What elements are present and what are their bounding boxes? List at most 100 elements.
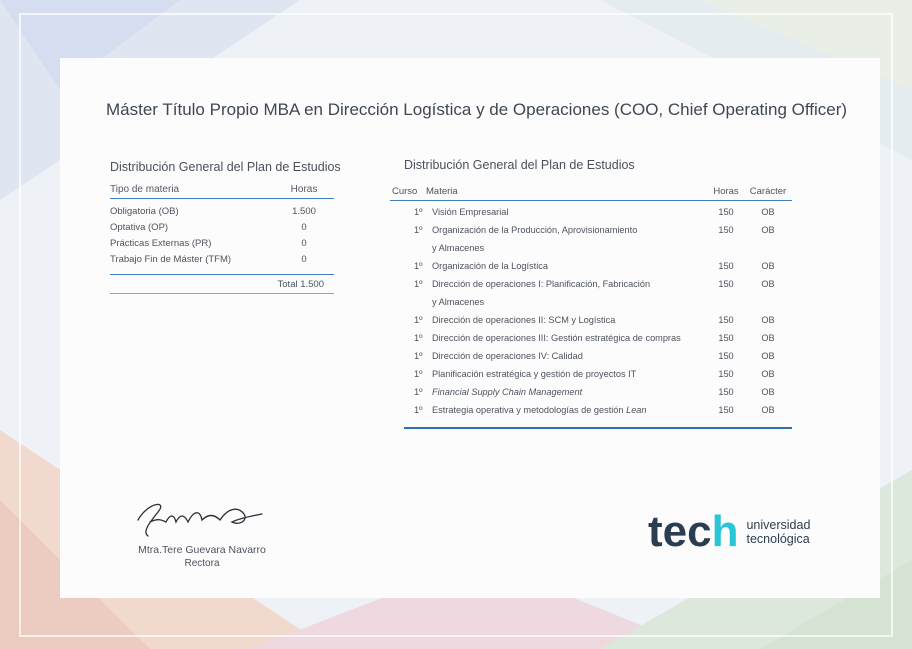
- plan-row-subject-continued: y Almacenes: [432, 243, 485, 253]
- plan-row-course: 1º: [414, 351, 423, 361]
- plan-row-hours: 150: [718, 279, 734, 289]
- plan-row-course: 1º: [414, 207, 423, 217]
- plan-row-course: 1º: [414, 261, 423, 271]
- plan-row-course: 1º: [414, 405, 423, 415]
- plan-row: 1º Dirección de operaciones IV: Calidad 15…: [404, 347, 792, 365]
- plan-row-subject-text: Dirección de operaciones II: SCM y Logís…: [432, 315, 616, 325]
- plan-row: 1º Dirección de operaciones I: Planificac…: [404, 275, 792, 311]
- summary-row-type: Trabajo Fin de Máster (TFM): [110, 254, 232, 265]
- tech-logo: tec h universidad tecnológica: [648, 510, 810, 554]
- summary-col-hours: Horas: [290, 184, 318, 195]
- summary-heading: Distribución General del Plan de Estudio…: [110, 160, 341, 174]
- logo-h-glyph: h: [711, 507, 739, 556]
- plan-row-subject-text: Financial Supply Chain Management: [432, 387, 583, 397]
- plan-col-type: Carácter: [749, 185, 787, 197]
- plan-row-course: 1º: [414, 333, 423, 343]
- plan-row-subject: Dirección de operaciones I: Planificació…: [432, 275, 708, 311]
- signatory-role: Rectora: [184, 558, 220, 569]
- plan-row: 1º Estrategia operativa y metodologías de…: [404, 401, 792, 419]
- plan-row-subject: Organización de la Producción, Aprovisio…: [432, 221, 708, 257]
- plan-row-type: OB: [761, 279, 775, 289]
- plan-heading: Distribución General del Plan de Estudio…: [404, 158, 635, 172]
- plan-row-type: OB: [761, 333, 775, 343]
- logo-line2: tecnológica: [746, 532, 810, 546]
- plan-row: 1º Visión Empresarial 150 OB: [404, 203, 792, 221]
- plan-row-hours: 150: [718, 207, 734, 217]
- plan-row-subject-continued: y Almacenes: [432, 297, 485, 307]
- summary-row-hours: 0: [301, 254, 307, 265]
- plan-row-subject-text: Dirección de operaciones III: Gestión es…: [432, 333, 681, 343]
- plan-row-subject-text: Estrategia operativa y metodologías de g…: [432, 405, 647, 415]
- plan-row: 1º Dirección de operaciones II: SCM y Log…: [404, 311, 792, 329]
- plan-row-course: 1º: [414, 369, 423, 379]
- plan-row-hours: 150: [718, 261, 734, 271]
- plan-row-subject: Financial Supply Chain Management: [432, 383, 708, 401]
- summary-row: Optativa (OP) 0: [110, 220, 334, 236]
- plan-row-hours: 150: [718, 369, 734, 379]
- summary-row: Prácticas Externas (PR) 0: [110, 236, 334, 252]
- plan-row: 1º Organización de la Logística 150 OB: [404, 257, 792, 275]
- plan-row-subject: Dirección de operaciones IV: Calidad: [432, 347, 708, 365]
- plan-col-course: Curso: [392, 185, 418, 197]
- plan-row-hours: 150: [718, 333, 734, 343]
- logo-line1: universidad: [746, 518, 811, 532]
- plan-row: 1º Financial Supply Chain Management 150 OB: [404, 383, 792, 401]
- plan-row-subject: Estrategia operativa y metodologías de g…: [432, 401, 708, 419]
- plan-row-type: OB: [761, 261, 775, 271]
- plan-row: 1º Planificación estratégica y gestión de…: [404, 365, 792, 383]
- plan-row-type: OB: [761, 369, 775, 379]
- plan-row-hours: 150: [718, 405, 734, 415]
- summary-row-type: Obligatoria (OB): [110, 206, 179, 217]
- summary-header-row: Tipo de materia Horas: [110, 180, 334, 199]
- summary-col-type: Tipo de materia: [110, 184, 180, 195]
- plan-row-hours: 150: [718, 351, 734, 361]
- plan-row-subject: Visión Empresarial: [432, 203, 708, 221]
- summary-row-type: Optativa (OP): [110, 222, 169, 233]
- summary-row: Trabajo Fin de Máster (TFM) 0: [110, 252, 334, 268]
- plan-row-subject-text: Dirección de operaciones IV: Calidad: [432, 351, 583, 361]
- plan-table: Distribución General del Plan de Estudio…: [390, 158, 792, 429]
- plan-row: 1º Organización de la Producción, Aprovis…: [404, 221, 792, 257]
- summary-rows: Obligatoria (OB) 1.500 Optativa (OP) 0 Práct…: [110, 199, 334, 275]
- lean-emphasis: Lean: [626, 405, 647, 415]
- plan-col-subject: Materia: [426, 185, 458, 197]
- plan-row-course: 1º: [414, 387, 423, 397]
- plan-row-hours: 150: [718, 387, 734, 397]
- summary-row-hours: 0: [301, 238, 307, 249]
- plan-row-subject: Dirección de operaciones III: Gestión es…: [432, 329, 708, 347]
- summary-table: Distribución General del Plan de Estudio…: [110, 160, 341, 294]
- summary-row: Obligatoria (OB) 1.500: [110, 204, 334, 220]
- plan-row-type: OB: [761, 387, 775, 397]
- plan-row-subject-text: Planificación estratégica y gestión de p…: [432, 369, 637, 379]
- summary-row-hours: 1.500: [292, 206, 316, 217]
- plan-row-subject: Planificación estratégica y gestión de p…: [432, 365, 708, 383]
- summary-row-type: Prácticas Externas (PR): [110, 238, 212, 249]
- plan-row-subject-text: Organización de la Logística: [432, 261, 548, 271]
- plan-row-hours: 150: [718, 315, 734, 325]
- logo-word: tec: [648, 507, 712, 556]
- plan-col-hours: Horas: [713, 185, 739, 197]
- plan-header-row: Curso Materia Horas Carácter: [390, 182, 792, 201]
- plan-row-course: 1º: [414, 225, 423, 235]
- summary-row-hours: 0: [301, 222, 307, 233]
- plan-row-subject-text: Visión Empresarial: [432, 207, 509, 217]
- plan-row: 1º Dirección de operaciones III: Gestión …: [404, 329, 792, 347]
- summary-total: Total 1.500: [110, 275, 334, 294]
- signature-image: [137, 503, 263, 537]
- plan-row-subject: Organización de la Logística: [432, 257, 708, 275]
- page-title: Máster Título Propio MBA en Dirección Lo…: [106, 100, 848, 119]
- logo-subtitle: universidad tecnológica: [746, 518, 810, 546]
- plan-row-type: OB: [761, 405, 775, 415]
- plan-row-subject-text: Organización de la Producción, Aprovisio…: [432, 225, 638, 235]
- plan-row-subject: Dirección de operaciones II: SCM y Logís…: [432, 311, 708, 329]
- plan-row-type: OB: [761, 225, 775, 235]
- plan-row-type: OB: [761, 351, 775, 361]
- signatory-name: Mtra.Tere Guevara Navarro: [138, 544, 266, 556]
- plan-rows: 1º Visión Empresarial 150 OB 1º Organización …: [404, 201, 792, 429]
- plan-row-type: OB: [761, 207, 775, 217]
- plan-row-hours: 150: [718, 225, 734, 235]
- plan-row-course: 1º: [414, 279, 423, 289]
- plan-row-subject-text: Dirección de operaciones I: Planificació…: [432, 279, 651, 289]
- plan-row-course: 1º: [414, 315, 423, 325]
- plan-row-type: OB: [761, 315, 775, 325]
